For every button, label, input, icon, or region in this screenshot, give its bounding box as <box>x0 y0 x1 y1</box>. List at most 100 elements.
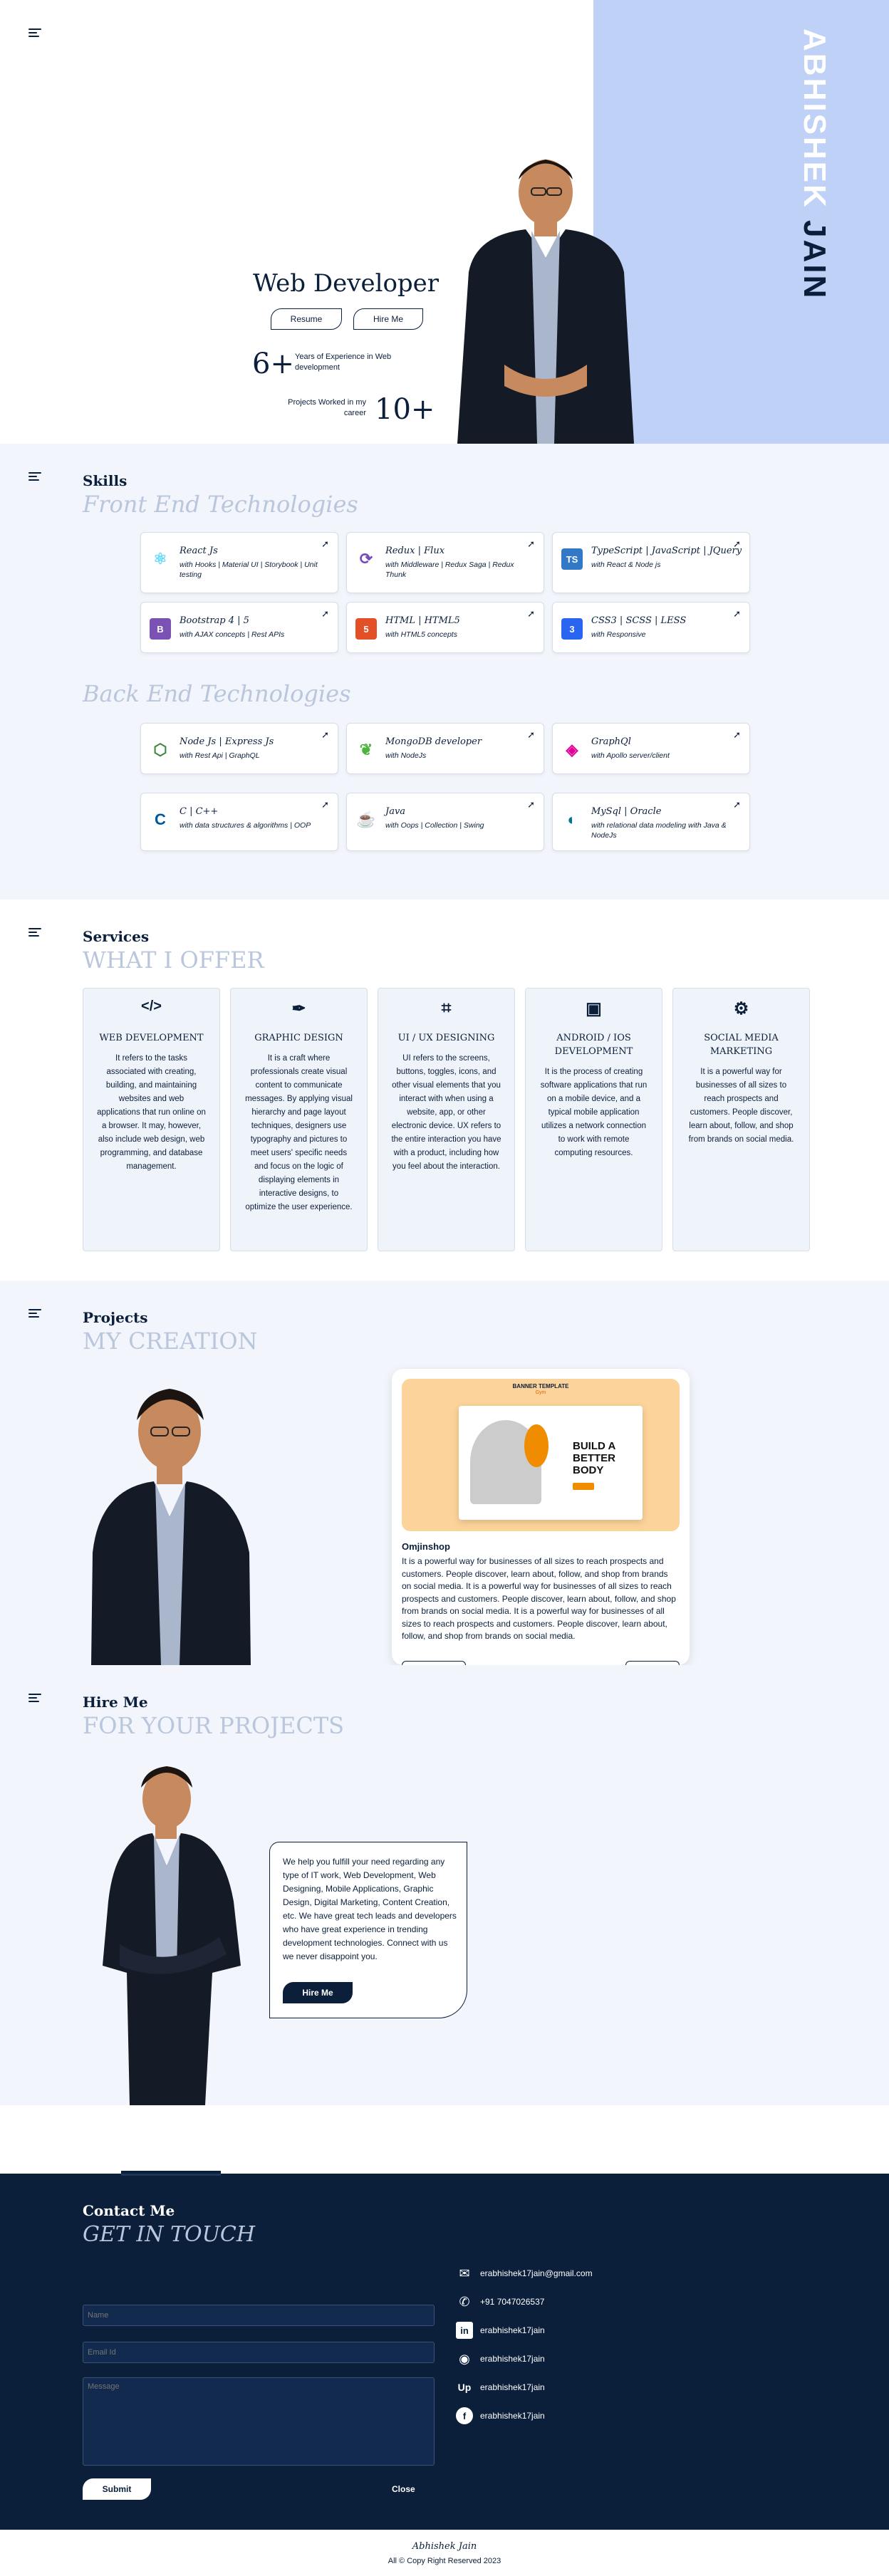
skill-card[interactable]: ◈ GraphQl with Apollo server/client ➚ <box>552 723 750 774</box>
hero-portrait <box>457 160 634 444</box>
hire-me-cta-button[interactable]: Hire Me <box>283 1982 353 2003</box>
projects-subheading: MY CREATION <box>83 1328 258 1355</box>
arrow-icon[interactable]: ➚ <box>321 538 329 550</box>
arrow-icon[interactable]: ➚ <box>733 799 741 810</box>
contact-info-text: erabhishek17jain <box>480 2411 545 2421</box>
mail-icon: ✉ <box>459 2265 470 2280</box>
hire-me-button[interactable]: Hire Me <box>353 308 423 330</box>
service-card[interactable]: </> WEB DEVELOPMENT It refers to the tasks… <box>83 988 220 1251</box>
service-card[interactable]: ✒ GRAPHIC DESIGN It is a craft where profe… <box>230 988 368 1251</box>
vertical-name: ABHISHEK JAIN <box>797 28 832 301</box>
contact-info-item[interactable]: ✆ +91 7047026537 <box>456 2293 544 2310</box>
skill-card[interactable]: ⬡ Node Js | Express Js with Rest Api | Gra… <box>140 723 338 774</box>
hire-heading: Hire Me <box>83 1694 148 1711</box>
linkedin-icon: in <box>456 2322 473 2339</box>
arrow-icon[interactable]: ➚ <box>321 799 329 810</box>
skill-card[interactable]: ❦ MongoDB developer with NodeJs ➚ <box>346 723 544 774</box>
skill-card[interactable]: ⟳ Redux | Flux with Middleware | Redux Sag… <box>346 532 544 593</box>
skill-card[interactable]: 5 HTML | HTML5 with HTML5 concepts ➚ <box>346 602 544 653</box>
skill-subtitle: with data structures & algorithms | OOP <box>180 821 311 830</box>
contact-info-item[interactable]: in erabhishek17jain <box>456 2322 545 2339</box>
hire-card: We help you fulfill your need regarding … <box>269 1842 467 2018</box>
skill-subtitle: with Rest Api | GraphQL <box>180 751 260 760</box>
email-input[interactable] <box>83 2342 435 2363</box>
nodejs-icon: ⬡ <box>153 741 167 758</box>
contact-info-text: erabhishek17jain <box>480 2382 545 2392</box>
github-icon: ◉ <box>459 2351 470 2366</box>
contact-info-item[interactable]: f erabhishek17jain <box>456 2407 545 2424</box>
skill-card[interactable]: TS TypeScript | JavaScript | JQuery with R… <box>552 532 750 593</box>
service-description: It is a craft where professionals create… <box>245 1054 353 1211</box>
footer: Abhishek Jain All © Copy Right Reserved … <box>0 2530 889 2576</box>
service-card[interactable]: ⚙ SOCIAL MEDIA MARKETING It is a powerful … <box>672 988 810 1251</box>
typescript-icon: TS <box>561 548 583 570</box>
skill-title: C | C++ <box>180 806 219 817</box>
resume-button[interactable]: Resume <box>271 308 342 330</box>
contact-info-text: +91 7047026537 <box>480 2297 545 2307</box>
service-title: GRAPHIC DESIGN <box>254 1033 343 1043</box>
contact-heading: Contact Me <box>83 2202 175 2219</box>
service-card[interactable]: ⌗ UI / UX DESIGNING UI refers to the scree… <box>378 988 515 1251</box>
service-card[interactable]: ▣ ANDROID / IOS DEVELOPMENT It is the proc… <box>525 988 662 1251</box>
skill-subtitle: with Hooks | Material UI | Storybook | U… <box>180 560 318 579</box>
experience-value: 6+ <box>252 348 294 380</box>
contact-info-item[interactable]: Up erabhishek17jain <box>456 2379 545 2396</box>
redux-icon: ⟳ <box>359 550 373 568</box>
backend-heading: Back End Technologies <box>83 680 351 707</box>
project-card[interactable]: BANNER TEMPLATE Gym BUILD A BETTER BODY … <box>392 1369 690 1665</box>
contact-info-text: erabhishek17jain <box>480 2354 545 2364</box>
contact-info-item[interactable]: ◉ erabhishek17jain <box>456 2350 545 2367</box>
marketing-icon: ⚙ <box>733 999 749 1018</box>
skill-title: Java <box>385 806 406 817</box>
arrow-icon[interactable]: ➚ <box>733 538 741 550</box>
projects-section: Projects MY CREATION BANNER TEMPLATE Gym… <box>0 1281 889 1665</box>
arrow-icon[interactable]: ➚ <box>527 729 535 741</box>
service-description: UI refers to the screens, buttons, toggl… <box>391 1054 501 1171</box>
html5-icon: 5 <box>355 618 377 640</box>
arrow-icon[interactable]: ➚ <box>527 538 535 550</box>
close-button[interactable]: Close <box>392 2484 415 2494</box>
css3-icon: 3 <box>561 618 583 640</box>
arrow-icon[interactable]: ➚ <box>733 608 741 620</box>
banner-preview: BUILD A BETTER BODY <box>459 1406 643 1520</box>
menu-icon[interactable] <box>28 928 41 938</box>
submit-button[interactable]: Submit <box>83 2478 151 2500</box>
menu-icon[interactable] <box>28 1694 41 1704</box>
skill-card[interactable]: B Bootstrap 4 | 5 with AJAX concepts | Res… <box>140 602 338 653</box>
contact-info-item[interactable]: ✉ erabhishek17jain@gmail.com <box>456 2265 592 2282</box>
arrow-icon[interactable]: ➚ <box>527 608 535 620</box>
hero-section: ABHISHEK JAIN Web Developer Resume Hire … <box>0 0 889 444</box>
skill-card[interactable]: ◐ MySql | Oracle with relational data mode… <box>552 793 750 851</box>
menu-icon[interactable] <box>28 472 41 482</box>
arrow-icon[interactable]: ➚ <box>733 729 741 741</box>
menu-icon[interactable] <box>28 1309 41 1319</box>
message-input[interactable] <box>83 2377 435 2466</box>
skill-card[interactable]: ⚛ React Js with Hooks | Material UI | Stor… <box>140 532 338 593</box>
service-description: It is a powerful way for businesses of a… <box>688 1068 794 1144</box>
phone-icon: ✆ <box>459 2294 470 2309</box>
services-section: Services WHAT I OFFER </> WEB DEVELOPMENT… <box>0 899 889 1281</box>
skill-card[interactable]: C C | C++ with data structures & algorithm… <box>140 793 338 851</box>
hire-portrait <box>103 1766 241 2105</box>
skill-subtitle: with NodeJs <box>385 751 427 760</box>
project-image: BANNER TEMPLATE Gym BUILD A BETTER BODY <box>402 1379 680 1531</box>
arrow-icon[interactable]: ➚ <box>527 799 535 810</box>
project-description: It is a powerful way for businesses of a… <box>402 1556 676 1641</box>
name-input[interactable] <box>83 2305 435 2326</box>
footer-name[interactable]: Abhishek Jain <box>0 2541 889 2552</box>
skill-subtitle: with AJAX concepts | Rest APIs <box>180 630 285 639</box>
menu-icon[interactable] <box>28 28 41 38</box>
skill-title: TypeScript | JavaScript | JQuery <box>591 546 742 556</box>
mongodb-icon: ❦ <box>359 741 373 758</box>
hire-section: Hire Me FOR YOUR PROJECTS We help you fu… <box>0 1665 889 2105</box>
skill-card[interactable]: ☕ Java with Oops | Collection | Swing ➚ <box>346 793 544 851</box>
service-title: ANDROID / IOS DEVELOPMENT <box>554 1033 633 1057</box>
arrow-icon[interactable]: ➚ <box>321 608 329 620</box>
skill-card[interactable]: 3 CSS3 | SCSS | LESS with Responsive ➚ <box>552 602 750 653</box>
mobile-dev-icon: ▣ <box>586 999 602 1018</box>
banner-sub: Gym <box>535 1390 546 1395</box>
service-title: UI / UX DESIGNING <box>397 1033 495 1043</box>
skills-heading: Skills <box>83 472 128 489</box>
skill-title: Node Js | Express Js <box>180 736 274 747</box>
arrow-icon[interactable]: ➚ <box>321 729 329 741</box>
